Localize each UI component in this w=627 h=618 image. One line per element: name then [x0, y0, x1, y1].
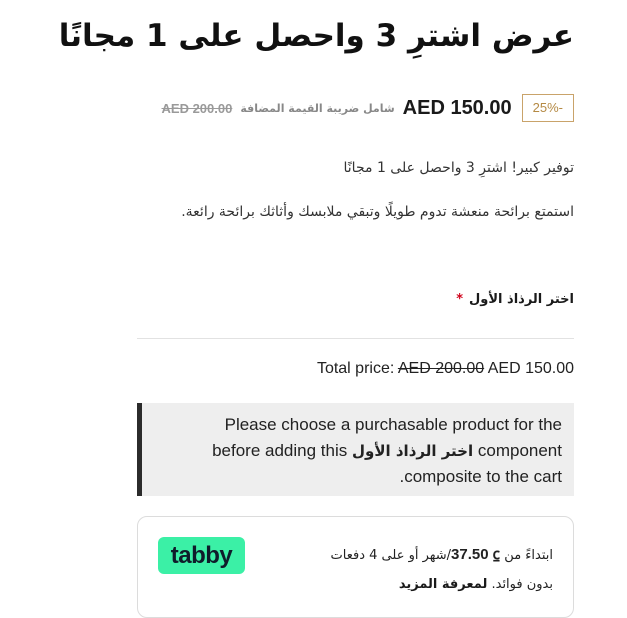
tax-note: شامل ضريبة القيمة المضافة — [240, 101, 395, 115]
tabby-suffix: /شهر أو على 4 دفعات — [330, 548, 452, 563]
description-line-1: توفير كبير! اشترِ 3 واحصل على 1 مجانًا — [343, 160, 574, 176]
notice-component-name: اختر الرذاذ الأول — [351, 442, 474, 460]
product-title: عرض اشترِ 3 واحصل على 1 مجانًا — [58, 18, 574, 54]
original-price: AED 200.00 — [161, 100, 233, 116]
tabby-promo: tabby ابتداءً من 37.50 ⃀/شهر أو على 4 دف… — [137, 516, 574, 618]
total-current-price: AED 150.00 — [487, 360, 574, 377]
tabby-amount: 37.50 ⃀ — [451, 546, 501, 563]
total-price-label: Total price: — [316, 360, 395, 377]
tabby-no-interest: بدون فوائد. — [491, 577, 553, 592]
tabby-line-1: ابتداءً من 37.50 ⃀/شهر أو على 4 دفعات — [331, 540, 553, 570]
required-mark: * — [456, 292, 463, 307]
tabby-prefix: ابتداءً من — [504, 548, 553, 563]
component-label: اختر الرذاذ الأول * — [456, 292, 574, 307]
total-price-row: Total price: AED 200.00 AED 150.00 — [317, 360, 574, 378]
divider — [137, 338, 574, 339]
component-label-text: اختر الرذاذ الأول — [469, 292, 574, 307]
tabby-text: ابتداءً من 37.50 ⃀/شهر أو على 4 دفعات بد… — [331, 540, 553, 599]
tabby-learn-more-link[interactable]: لمعرفة المزيد — [399, 577, 487, 592]
notice-line-2: component اختر الرذاذ الأول before addin… — [152, 438, 562, 464]
notice-line-3: composite to the cart. — [399, 467, 562, 486]
total-original-price: AED 200.00 — [397, 360, 485, 377]
notice-line-1: Please choose a purchasable product for … — [224, 415, 562, 434]
notice-line-2-post: before adding this — [212, 441, 348, 460]
purchase-notice: Please choose a purchasable product for … — [137, 403, 574, 496]
discount-badge: -25% — [521, 94, 574, 122]
description-line-2: استمتع برائحة منعشة تدوم طويلًا وتبقي مل… — [181, 204, 574, 220]
tabby-line-2: بدون فوائد. لمعرفة المزيد — [331, 570, 553, 599]
price-row: -25% AED 150.00 شامل ضريبة القيمة المضاف… — [162, 93, 574, 123]
sale-price: AED 150.00 — [402, 96, 512, 119]
tabby-logo: tabby — [158, 537, 245, 574]
notice-line-2-pre: component — [477, 441, 562, 460]
